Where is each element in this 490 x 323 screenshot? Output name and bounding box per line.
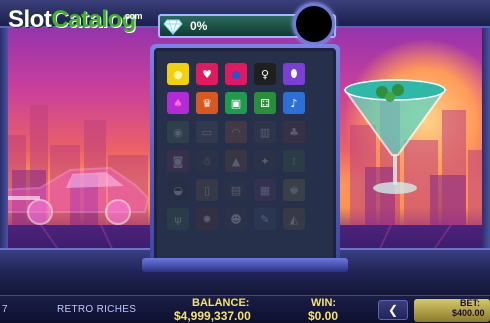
football-icon: ⬮ [283,63,305,85]
chevron-left-icon: ❮ [387,303,399,317]
dice-icon: ⚃ [254,92,276,114]
bomb-icon: ● [225,63,247,85]
cocktail-glass-illustration [343,79,447,194]
symbol-grid: ● ♥ ● ♀ ⬮ ♠ ♛ ▣ ⚃ ♪ ◉ ▭ ◠ ▥ ♣ ◙ ☃ ▲ ✦ ⁝ ◒ ▯ ▤ ▦ ♚ ψ ✸ ☻ ✎ ◭ [167,63,329,230]
sneaker-icon: ◒ [167,179,189,201]
win-label: WIN: [311,297,337,309]
cassette-icon: ▣ [225,92,247,114]
diamond-icon [163,19,183,36]
skull-icon: ☻ [225,208,247,230]
rocket-icon: ▲ [225,150,247,172]
bet-label: BET: [460,298,480,308]
walkman-icon: ▦ [254,179,276,201]
reel-base [142,258,348,272]
symbol-grid-panel: ● ♥ ● ♀ ⬮ ♠ ♛ ▣ ⚃ ♪ ◉ ▭ ◠ ▥ ♣ ◙ ☃ ▲ ✦ ⁝ ◒ ▯ ▤ ▦ ♚ ψ ✸ ☻ ✎ ◭ [154,48,336,266]
pencil-icon: ✎ [254,208,276,230]
bet-value: $400.00 [452,308,485,318]
logo-text-com: .com [123,11,143,21]
logo-text-slot: Slot [8,6,52,33]
joystick-icon: ✦ [254,150,276,172]
music-note-icon: ♪ [283,92,305,114]
neon-car-illustration [0,166,150,225]
boombox-icon: ▤ [225,179,247,201]
reel-frame: ● ♥ ● ♀ ⬮ ♠ ♛ ▣ ⚃ ♪ ◉ ▭ ◠ ▥ ♣ ◙ ☃ ▲ ✦ ⁝ ◒ ▯ ▤ ▦ ♚ ψ ✸ ☻ ✎ ◭ [150,44,340,270]
cherry-icon: ♣ [283,121,305,143]
headphones-icon: ◠ [225,121,247,143]
heart-icon: ♥ [196,63,218,85]
skate-icon: ⁝ [283,150,305,172]
lips-icon: ◉ [167,121,189,143]
cassette-tape-icon: ▭ [196,121,218,143]
hud-line-number: 7 [2,304,8,315]
trophy-icon: ♛ [196,92,218,114]
flamingo-icon: ♠ [167,92,189,114]
bet-decrease-button[interactable]: ❮ [378,300,408,320]
progress-percent: 0% [190,19,208,33]
left-frame [0,28,8,260]
crown-icon: ♚ [283,179,305,201]
slotcatalog-logo: SlotCatalog .com [8,6,143,34]
robot-icon: ☃ [196,150,218,172]
win-value: $0.00 [308,309,339,323]
sun-icon: ● [167,63,189,85]
right-frame [482,28,490,260]
microphone-icon: ♀ [254,63,276,85]
bottom-hud: 7 RETRO RICHES BALANCE: $4,999,337.00 WI… [0,295,490,323]
star-burst-icon: ✸ [196,208,218,230]
bell-icon: ◭ [283,208,305,230]
balance-value: $4,999,337.00 [174,309,251,323]
beer-mug-icon: ▯ [196,179,218,201]
cactus-icon: ψ [167,208,189,230]
camera-icon: ◙ [167,150,189,172]
slot-reel-icon: ▥ [254,121,276,143]
bonus-orb [293,3,335,45]
balance-label: BALANCE: [192,297,250,309]
game-title: RETRO RICHES [57,304,137,315]
